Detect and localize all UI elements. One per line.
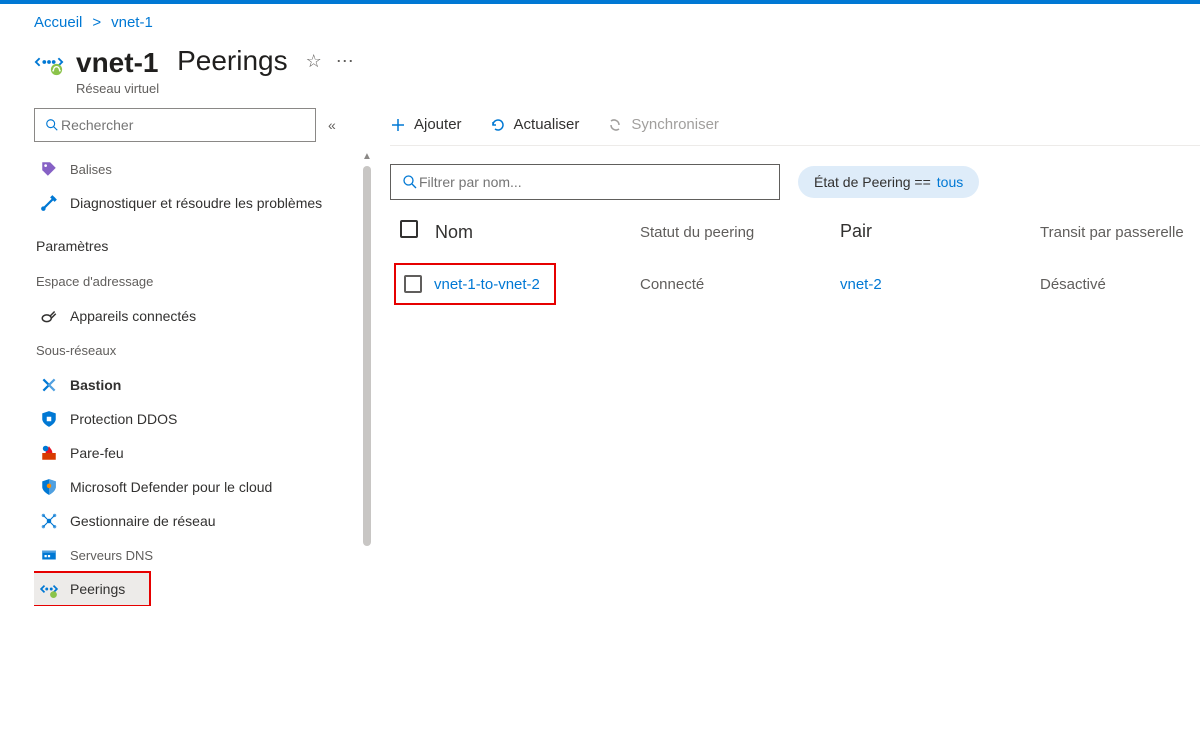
sidebar-section-parametres: Paramètres [34, 220, 364, 264]
sidebar-item-network-manager[interactable]: Gestionnaire de réseau [34, 504, 364, 538]
sidebar-search[interactable] [34, 108, 316, 142]
vnet-icon [34, 47, 64, 80]
table-row[interactable]: vnet-1-to-vnet-2 Connecté vnet-2 Désacti… [390, 259, 1200, 309]
breadcrumb-home[interactable]: Accueil [34, 14, 82, 31]
select-all-checkbox[interactable] [400, 220, 418, 238]
sidebar-item-label: Balises [70, 162, 112, 177]
page-title: Peerings [177, 45, 288, 77]
collapse-sidebar-icon[interactable]: « [324, 117, 336, 133]
sidebar-item-label: Appareils connectés [70, 308, 196, 324]
main-content: Ajouter Actualiser Synchroniser État de … [364, 108, 1200, 728]
shield-orange-icon [40, 478, 58, 496]
sync-label: Synchroniser [631, 116, 719, 133]
breadcrumb: Accueil > vnet-1 [0, 4, 1200, 41]
sidebar-item-label: Gestionnaire de réseau [70, 513, 216, 529]
bastion-icon [40, 376, 58, 394]
resource-type: Réseau virtuel [76, 81, 159, 96]
sidebar-item-label: Pare-feu [70, 445, 124, 461]
title-row: vnet-1 Réseau virtuel Peerings ☆ ⋯ [0, 41, 1200, 108]
sidebar-item-defender[interactable]: Microsoft Defender pour le cloud [34, 470, 364, 504]
shield-blue-icon [40, 410, 58, 428]
sync-button: Synchroniser [607, 116, 719, 133]
peering-name-link[interactable]: vnet-1-to-vnet-2 [434, 276, 540, 293]
sidebar-item-label: Peerings [70, 581, 125, 597]
sidebar-item-label: Microsoft Defender pour le cloud [70, 479, 272, 495]
sidebar-item-appareils[interactable]: Appareils connectés [34, 299, 364, 333]
col-name: Nom [435, 222, 473, 242]
row-status: Connecté [630, 259, 830, 309]
plus-icon [390, 117, 406, 133]
resource-name: vnet-1 [76, 47, 159, 79]
refresh-button[interactable]: Actualiser [490, 116, 580, 133]
add-label: Ajouter [414, 116, 462, 133]
pill-label: État de Peering == [814, 174, 931, 190]
wrench-icon [40, 194, 58, 212]
sidebar-item-label: Protection DDOS [70, 411, 177, 427]
row-name-cell[interactable]: vnet-1-to-vnet-2 [400, 269, 550, 299]
sync-icon [607, 117, 623, 133]
sidebar-search-input[interactable] [61, 117, 307, 133]
col-status: Statut du peering [630, 214, 830, 259]
toolbar-divider [390, 145, 1200, 146]
sidebar-item-sous-reseaux[interactable]: Sous-réseaux [34, 333, 364, 368]
row-transit: Désactivé [1030, 259, 1200, 309]
network-icon [40, 512, 58, 530]
filter-row: État de Peering == tous [390, 164, 1200, 200]
scroll-thumb[interactable] [363, 166, 371, 546]
sidebar-item-label: Bastion [70, 377, 121, 393]
peer-link[interactable]: vnet-2 [840, 276, 882, 293]
col-peer: Pair [830, 214, 1030, 259]
sidebar-scrollbar[interactable]: ▲ [360, 148, 374, 728]
firewall-icon [40, 444, 58, 462]
peerings-table: Nom Statut du peering Pair Transit par p… [390, 214, 1200, 309]
search-icon [401, 173, 419, 191]
scroll-up-icon[interactable]: ▲ [360, 148, 374, 164]
sidebar-item-adressage[interactable]: Espace d'adressage [34, 264, 364, 299]
col-transit: Transit par passerelle [1030, 214, 1200, 259]
sidebar-item-ddos[interactable]: Protection DDOS [34, 402, 364, 436]
add-button[interactable]: Ajouter [390, 116, 462, 133]
sidebar-item-bastion[interactable]: Bastion [34, 368, 364, 402]
peering-icon [40, 580, 58, 598]
sidebar-item-dns[interactable]: Serveurs DNS [34, 538, 364, 572]
toolbar: Ajouter Actualiser Synchroniser [390, 108, 1200, 145]
more-icon[interactable]: ⋯ [336, 51, 354, 72]
search-icon [43, 116, 61, 134]
plug-icon [40, 307, 58, 325]
refresh-label: Actualiser [514, 116, 580, 133]
filter-box[interactable] [390, 164, 780, 200]
sidebar-item-parefeu[interactable]: Pare-feu [34, 436, 364, 470]
tag-icon [40, 160, 58, 178]
filter-pill-state[interactable]: État de Peering == tous [798, 166, 979, 198]
sidebar-item-label: Serveurs DNS [70, 548, 153, 563]
breadcrumb-resource[interactable]: vnet-1 [111, 14, 153, 31]
row-checkbox[interactable] [404, 275, 422, 293]
pill-value: tous [937, 174, 963, 190]
breadcrumb-separator: > [92, 14, 101, 31]
favorite-star-icon[interactable]: ☆ [306, 51, 322, 72]
sidebar-item-peerings[interactable]: Peerings [34, 572, 150, 606]
sidebar-menu: Balises Diagnostiquer et résoudre les pr… [34, 152, 364, 606]
refresh-icon [490, 117, 506, 133]
sidebar-item-balises[interactable]: Balises [34, 152, 364, 186]
sidebar: « Balises Diagnostiquer et résoudre les … [34, 108, 364, 728]
dns-icon [40, 546, 58, 564]
sidebar-item-label: Diagnostiquer et résoudre les problèmes [70, 195, 322, 211]
resource-title-block: vnet-1 Réseau virtuel [34, 47, 159, 96]
sidebar-item-diagnose[interactable]: Diagnostiquer et résoudre les problèmes [34, 186, 364, 220]
filter-input[interactable] [419, 174, 769, 190]
